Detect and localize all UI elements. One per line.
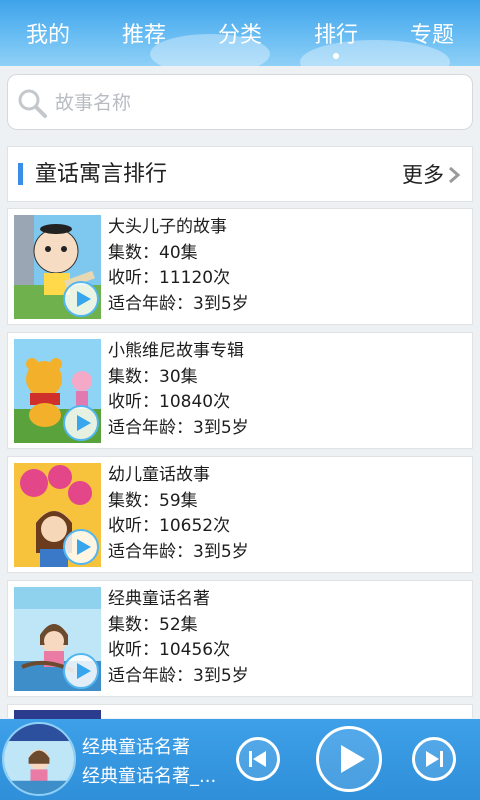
section-accent-bar <box>18 163 23 185</box>
story-title: 经典童话名著 <box>108 589 210 609</box>
previous-button[interactable] <box>236 737 280 781</box>
tab-recommend[interactable]: 推荐 <box>96 0 192 66</box>
story-plays: 收听：11120次 <box>108 268 231 288</box>
story-cover[interactable] <box>14 463 101 567</box>
story-info: 经典童话名著 集数：52集 收听：10456次 适合年龄：3到5岁 <box>108 587 249 689</box>
tab-label: 排行 <box>313 23 358 48</box>
play-icon[interactable] <box>63 281 99 317</box>
tab-category[interactable]: 分类 <box>192 0 288 66</box>
story-episodes: 集数：52集 <box>108 614 198 635</box>
story-cover <box>14 710 101 719</box>
story-cover[interactable] <box>14 339 101 443</box>
chevron-right-icon[interactable] <box>446 166 462 184</box>
now-playing-title: 经典童话名著 <box>82 737 190 758</box>
top-nav: 我的 推荐 分类 排行 专题 <box>0 0 480 66</box>
story-title: 小熊维尼故事专辑 <box>108 341 244 361</box>
story-age: 适合年龄：3到5岁 <box>108 665 249 686</box>
story-card-partial[interactable] <box>7 704 473 719</box>
section-header: 童话寓言排行 更多 <box>7 146 473 202</box>
skip-previous-icon <box>249 751 266 767</box>
story-age: 适合年龄：3到5岁 <box>108 293 249 314</box>
tab-label: 分类 <box>217 23 262 48</box>
story-plays: 收听：10456次 <box>108 640 231 660</box>
more-link[interactable]: 更多 <box>402 147 444 203</box>
now-playing-cover[interactable] <box>2 722 76 796</box>
play-icon <box>341 745 365 773</box>
story-card[interactable]: 小熊维尼故事专辑 集数：30集 收听：10840次 适合年龄：3到5岁 <box>7 332 473 449</box>
tab-label: 我的 <box>25 23 70 48</box>
story-card[interactable]: 幼儿童话故事 集数：59集 收听：10652次 适合年龄：3到5岁 <box>7 456 473 573</box>
play-icon[interactable] <box>63 529 99 565</box>
mini-player: 经典童话名著 经典童话名著_... <box>0 719 480 800</box>
tab-label: 专题 <box>409 23 454 48</box>
story-plays: 收听：10652次 <box>108 516 231 536</box>
story-age: 适合年龄：3到5岁 <box>108 417 249 438</box>
story-list: 大头儿子的故事 集数：40集 收听：11120次 适合年龄：3到5岁 小熊维尼故… <box>7 208 473 719</box>
story-episodes: 集数：59集 <box>108 490 198 511</box>
story-plays: 收听：10840次 <box>108 392 231 412</box>
skip-next-icon <box>426 751 443 767</box>
tab-ranking[interactable]: 排行 <box>288 0 384 66</box>
search-placeholder: 故事名称 <box>55 92 132 114</box>
next-button[interactable] <box>412 737 456 781</box>
tab-topic[interactable]: 专题 <box>384 0 480 66</box>
play-icon[interactable] <box>63 653 99 689</box>
story-episodes: 集数：40集 <box>108 242 198 263</box>
story-episodes: 集数：30集 <box>108 366 198 387</box>
story-cover[interactable] <box>14 215 101 319</box>
tab-label: 推荐 <box>121 23 166 48</box>
story-info: 小熊维尼故事专辑 集数：30集 收听：10840次 适合年龄：3到5岁 <box>108 339 249 441</box>
now-playing-cover-image <box>4 724 74 794</box>
story-card[interactable]: 经典童话名著 集数：52集 收听：10456次 适合年龄：3到5岁 <box>7 580 473 697</box>
story-card[interactable]: 大头儿子的故事 集数：40集 收听：11120次 适合年龄：3到5岁 <box>7 208 473 325</box>
story-age: 适合年龄：3到5岁 <box>108 541 249 562</box>
search-icon <box>18 89 47 118</box>
story-cover[interactable] <box>14 587 101 691</box>
active-tab-indicator <box>333 53 339 59</box>
now-playing-subtitle: 经典童话名著_... <box>82 766 217 787</box>
tab-mine[interactable]: 我的 <box>0 0 96 66</box>
section-title: 童话寓言排行 <box>35 162 168 187</box>
play-button[interactable] <box>316 726 382 792</box>
play-icon[interactable] <box>63 405 99 441</box>
story-title: 大头儿子的故事 <box>108 217 227 237</box>
story-title: 幼儿童话故事 <box>108 465 210 485</box>
story-info: 大头儿子的故事 集数：40集 收听：11120次 适合年龄：3到5岁 <box>108 215 249 317</box>
story-info: 幼儿童话故事 集数：59集 收听：10652次 适合年龄：3到5岁 <box>108 463 249 565</box>
search-input[interactable]: 故事名称 <box>7 74 473 130</box>
